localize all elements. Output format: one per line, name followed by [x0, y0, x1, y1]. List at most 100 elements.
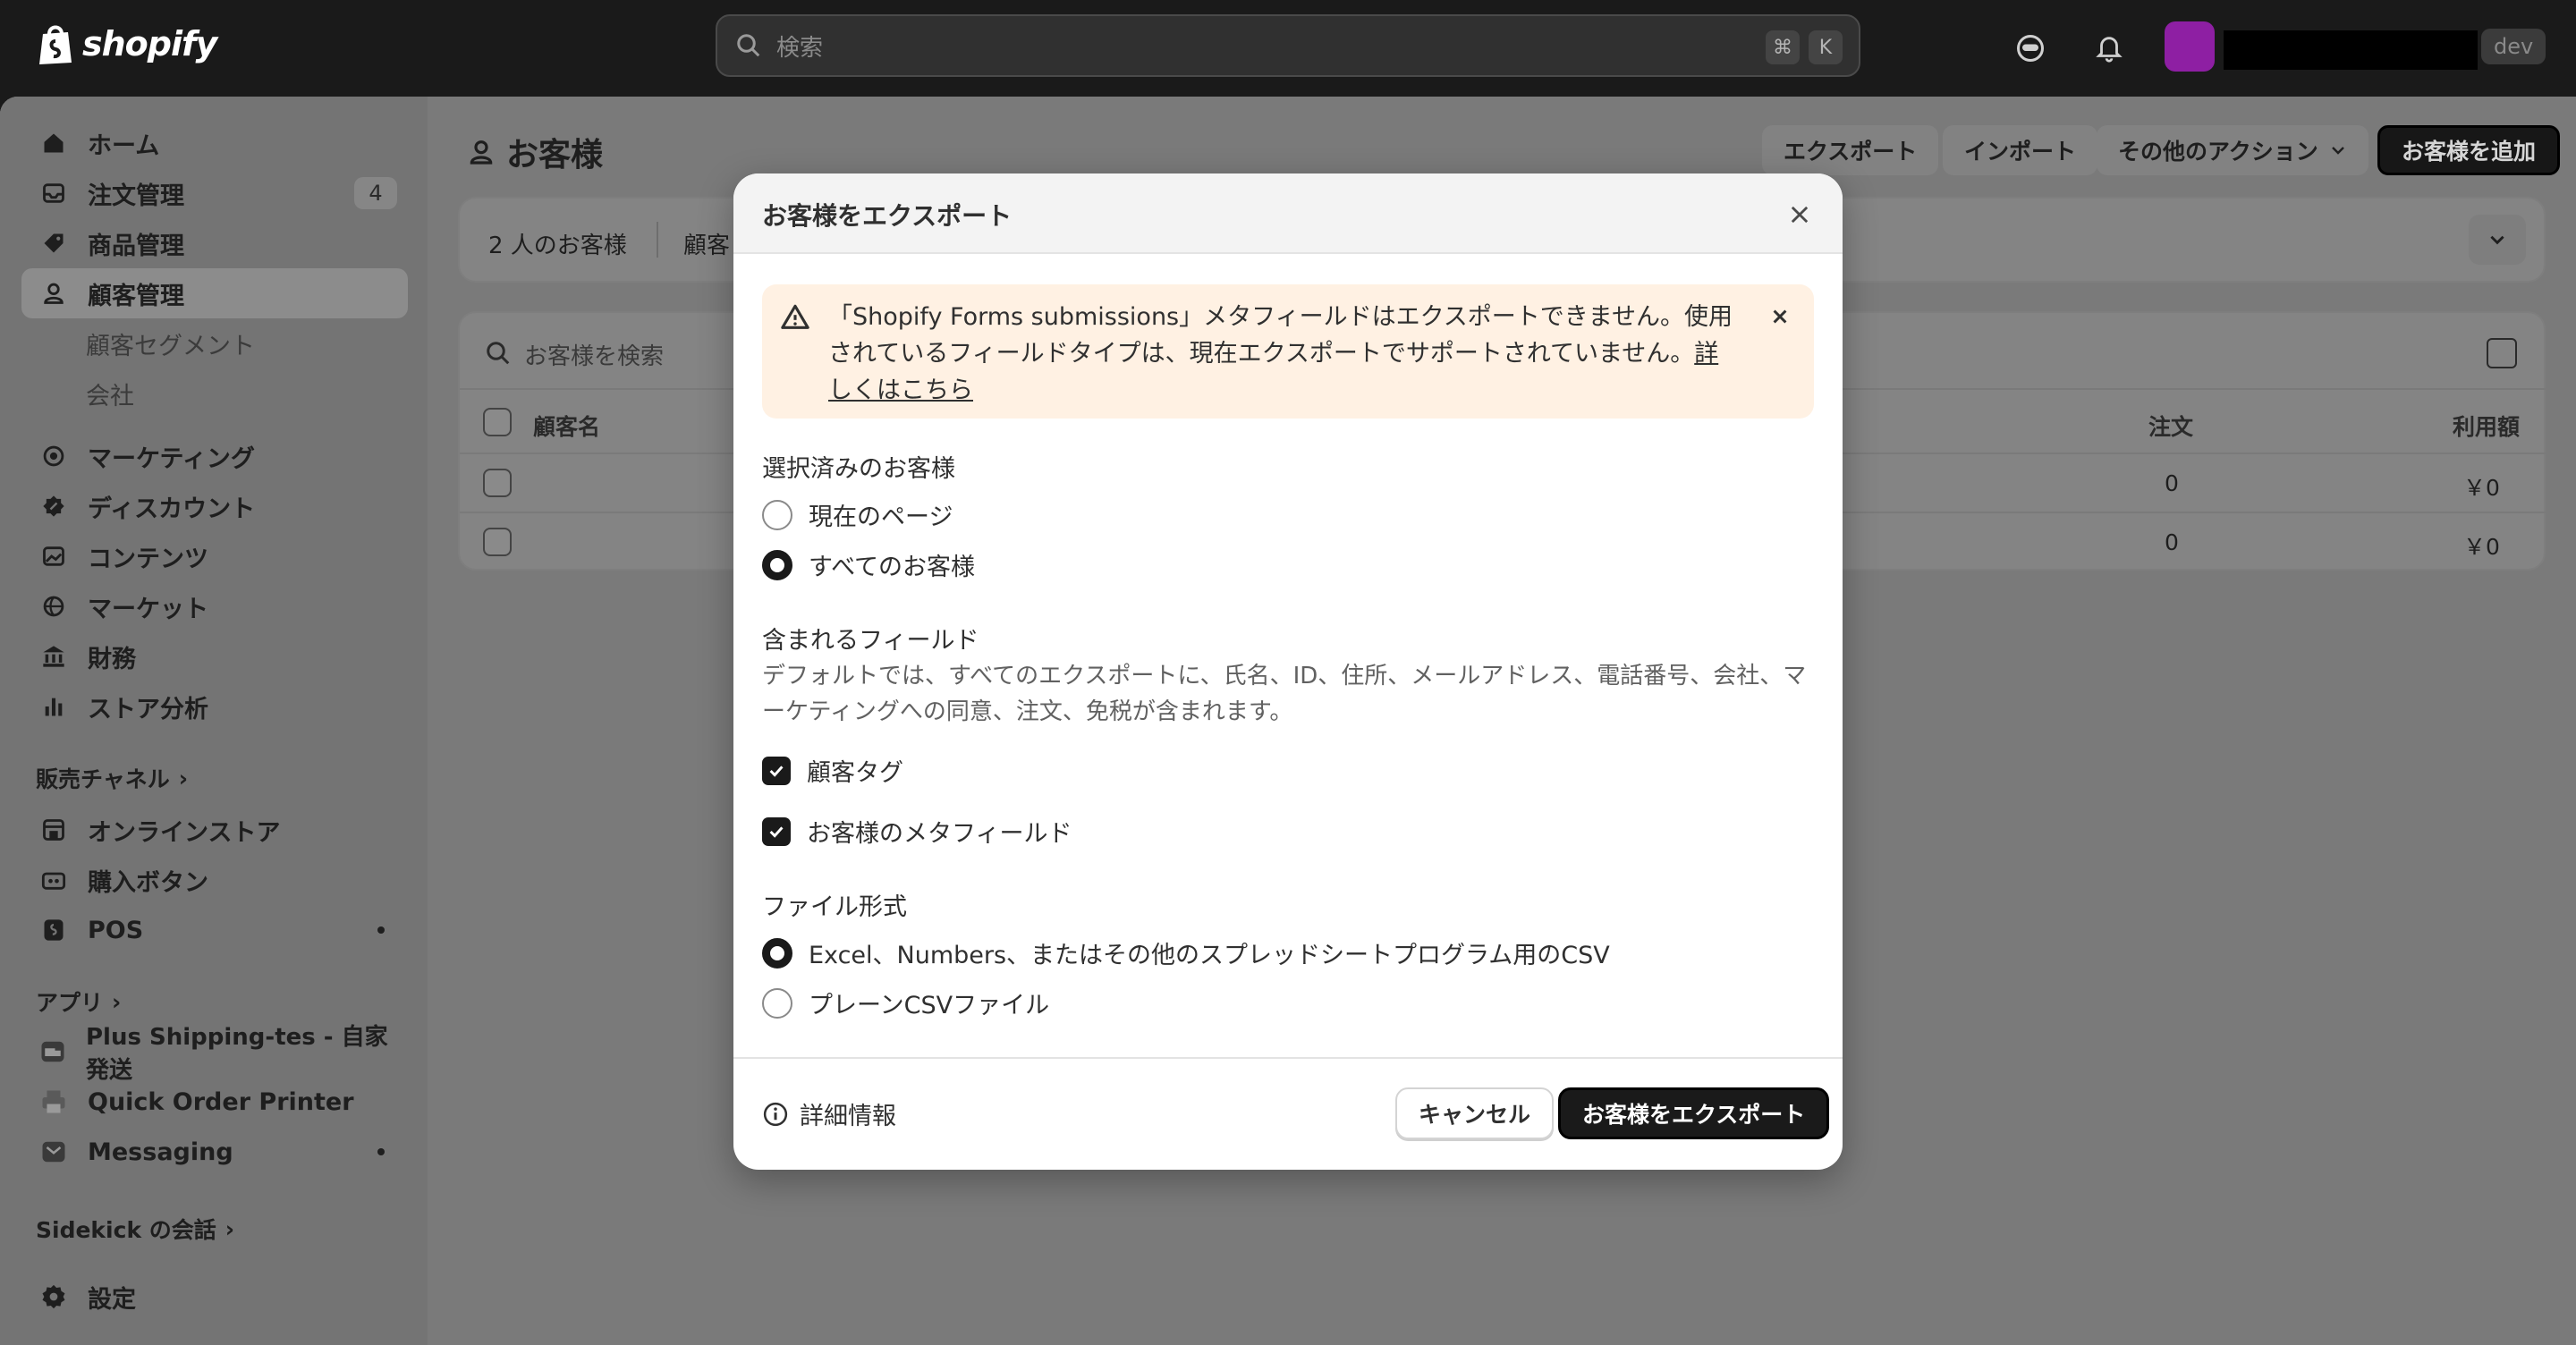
- radio-csv-excel[interactable]: Excel、Numbers、またはその他のスプレッドシートプログラム用のCSV: [762, 935, 1610, 970]
- global-search-input[interactable]: 検索 ⌘ K: [716, 14, 1860, 77]
- close-modal-button[interactable]: [1782, 197, 1818, 233]
- more-info-label: 詳細情報: [800, 1103, 896, 1130]
- export-customers-button[interactable]: お客様をエクスポート: [1558, 1087, 1830, 1139]
- checkbox-customer-metafields[interactable]: お客様のメタフィールド: [762, 814, 1072, 849]
- column-customer-name: 顧客名: [533, 414, 601, 440]
- bank-icon: [39, 642, 68, 671]
- sales-channels-heading[interactable]: 販売チャネル ›: [36, 762, 188, 794]
- sidebar-item-label: 注文管理: [88, 182, 184, 210]
- sidebar-item-discounts[interactable]: ディスカウント: [21, 481, 408, 531]
- sidebar-item-label: Plus Shipping-tes - 自家発送: [86, 1024, 388, 1084]
- checkbox-label: お客様のメタフィールド: [807, 820, 1072, 848]
- shipping-app-icon: [39, 1037, 66, 1066]
- customer-search-input[interactable]: お客様を検索: [524, 338, 664, 371]
- sidebar-item-finance[interactable]: 財務: [21, 631, 408, 681]
- more-info-link[interactable]: 詳細情報: [762, 1096, 896, 1131]
- sidebar-item-content[interactable]: コンテンツ: [21, 531, 408, 581]
- sidebar-item-label: ストア分析: [88, 695, 208, 723]
- warning-banner: 「Shopify Forms submissions」メタフィールドはエクスポー…: [762, 284, 1814, 419]
- sidebar-item-settings[interactable]: 設定: [21, 1272, 408, 1322]
- shopify-bag-icon: [39, 25, 72, 64]
- checkmark-icon: [769, 765, 784, 777]
- sidebar-item-customer-segments[interactable]: 顧客セグメント: [21, 318, 408, 368]
- radio-button-selected[interactable]: [762, 549, 792, 580]
- sidebar-item-messaging[interactable]: Messaging: [21, 1127, 408, 1177]
- sidebar-item-orders[interactable]: 注文管理 4: [21, 168, 408, 218]
- row-checkbox[interactable]: [483, 528, 512, 556]
- chart-icon: [39, 692, 68, 721]
- sidebar-item-label: Messaging: [88, 1138, 233, 1166]
- radio-button[interactable]: [762, 987, 792, 1019]
- radio-current-page[interactable]: 現在のページ: [762, 497, 953, 532]
- discount-icon: [39, 492, 68, 520]
- store-avatar[interactable]: [2165, 21, 2215, 72]
- sidebar-item-shipping-app[interactable]: Plus Shipping-tes - 自家発送: [21, 1024, 408, 1084]
- add-customer-button[interactable]: お客様を追加: [2377, 125, 2561, 175]
- sidebar-item-home[interactable]: ホーム: [21, 118, 408, 168]
- brand-name: shopify: [82, 24, 217, 63]
- sidebar-item-label: Quick Order Printer: [88, 1087, 354, 1116]
- radio-plain-csv[interactable]: プレーンCSVファイル: [762, 985, 1049, 1020]
- row-orders: 0: [2165, 470, 2179, 496]
- store-icon: [39, 816, 68, 844]
- import-button-label: インポート: [1964, 139, 2077, 165]
- cancel-button-label: キャンセル: [1419, 1102, 1531, 1128]
- apps-heading[interactable]: アプリ ›: [36, 985, 121, 1018]
- sidekick-icon[interactable]: [2011, 29, 2050, 68]
- search-icon: [487, 342, 510, 365]
- checkmark-icon: [769, 825, 784, 838]
- sidebar-item-label: ホーム: [88, 131, 160, 160]
- checkbox-customer-tags[interactable]: 顧客タグ: [762, 753, 903, 788]
- checkbox-checked[interactable]: [762, 816, 791, 846]
- sidebar-item-marketing[interactable]: マーケティング: [21, 431, 408, 481]
- sidebar-item-markets[interactable]: マーケット: [21, 581, 408, 631]
- person-icon: [39, 279, 68, 308]
- apps-heading-label: アプリ: [36, 990, 104, 1016]
- buy-button-icon: [39, 866, 68, 894]
- columns-icon[interactable]: [2487, 338, 2517, 368]
- messaging-icon: [39, 1138, 68, 1166]
- sidebar-item-label: オンラインストア: [88, 818, 281, 847]
- row-spent: ￥0: [2463, 475, 2500, 501]
- radio-label: 現在のページ: [809, 503, 953, 531]
- row-checkbox[interactable]: [483, 469, 512, 497]
- printer-icon: [39, 1087, 68, 1116]
- sidebar-item-customers[interactable]: 顧客管理: [21, 268, 408, 318]
- shopify-logo[interactable]: shopify: [36, 21, 217, 66]
- radio-button[interactable]: [762, 499, 792, 530]
- sidebar-item-products[interactable]: 商品管理: [21, 218, 408, 268]
- column-orders: 注文: [2148, 414, 2194, 440]
- sidebar-item-online-store[interactable]: オンラインストア: [21, 805, 408, 855]
- sidebar-item-label: コンテンツ: [88, 545, 208, 573]
- sidebar-item-pos[interactable]: POS: [21, 905, 408, 955]
- row-spent: ￥0: [2463, 534, 2500, 560]
- globe-icon: [39, 592, 68, 621]
- cancel-button[interactable]: キャンセル: [1395, 1087, 1555, 1139]
- checkbox-checked[interactable]: [762, 756, 791, 785]
- bell-icon[interactable]: [2089, 29, 2129, 68]
- sidebar-panel: ホーム 注文管理 4 商品管理 顧客管理 顧客セグメント 会社 マーケティング …: [0, 97, 428, 1345]
- radio-all-customers[interactable]: すべてのお客様: [762, 547, 975, 582]
- export-button-label: エクスポート: [1784, 139, 1918, 165]
- person-icon: [470, 140, 493, 165]
- column-amount-spent: 利用額: [2453, 414, 2521, 440]
- radio-button-selected[interactable]: [762, 937, 792, 969]
- included-fields-label: 含まれるフィールド: [762, 627, 979, 655]
- sidebar-item-quick-order-printer[interactable]: Quick Order Printer: [21, 1077, 408, 1127]
- import-button[interactable]: インポート: [1943, 125, 2098, 175]
- close-icon: [1791, 206, 1809, 224]
- sidebar-item-buy-button[interactable]: 購入ボタン: [21, 855, 408, 905]
- sidebar-item-label: 商品管理: [88, 232, 184, 260]
- expand-stats-button[interactable]: [2469, 215, 2526, 265]
- page-title-text: お客様: [506, 137, 604, 173]
- more-actions-button[interactable]: その他のアクション: [2097, 125, 2368, 175]
- sidebar-item-companies[interactable]: 会社: [21, 368, 408, 419]
- export-customers-button-label: お客様をエクスポート: [1582, 1102, 1806, 1128]
- export-button[interactable]: エクスポート: [1762, 125, 1939, 175]
- select-all-checkbox[interactable]: [483, 408, 512, 436]
- sidekick-heading[interactable]: Sidekick の会話 ›: [36, 1213, 234, 1245]
- gear-icon: [39, 1282, 68, 1311]
- sidebar-item-analytics[interactable]: ストア分析: [21, 681, 408, 732]
- dismiss-warning-button[interactable]: [1764, 300, 1796, 333]
- inbox-icon: [39, 179, 68, 207]
